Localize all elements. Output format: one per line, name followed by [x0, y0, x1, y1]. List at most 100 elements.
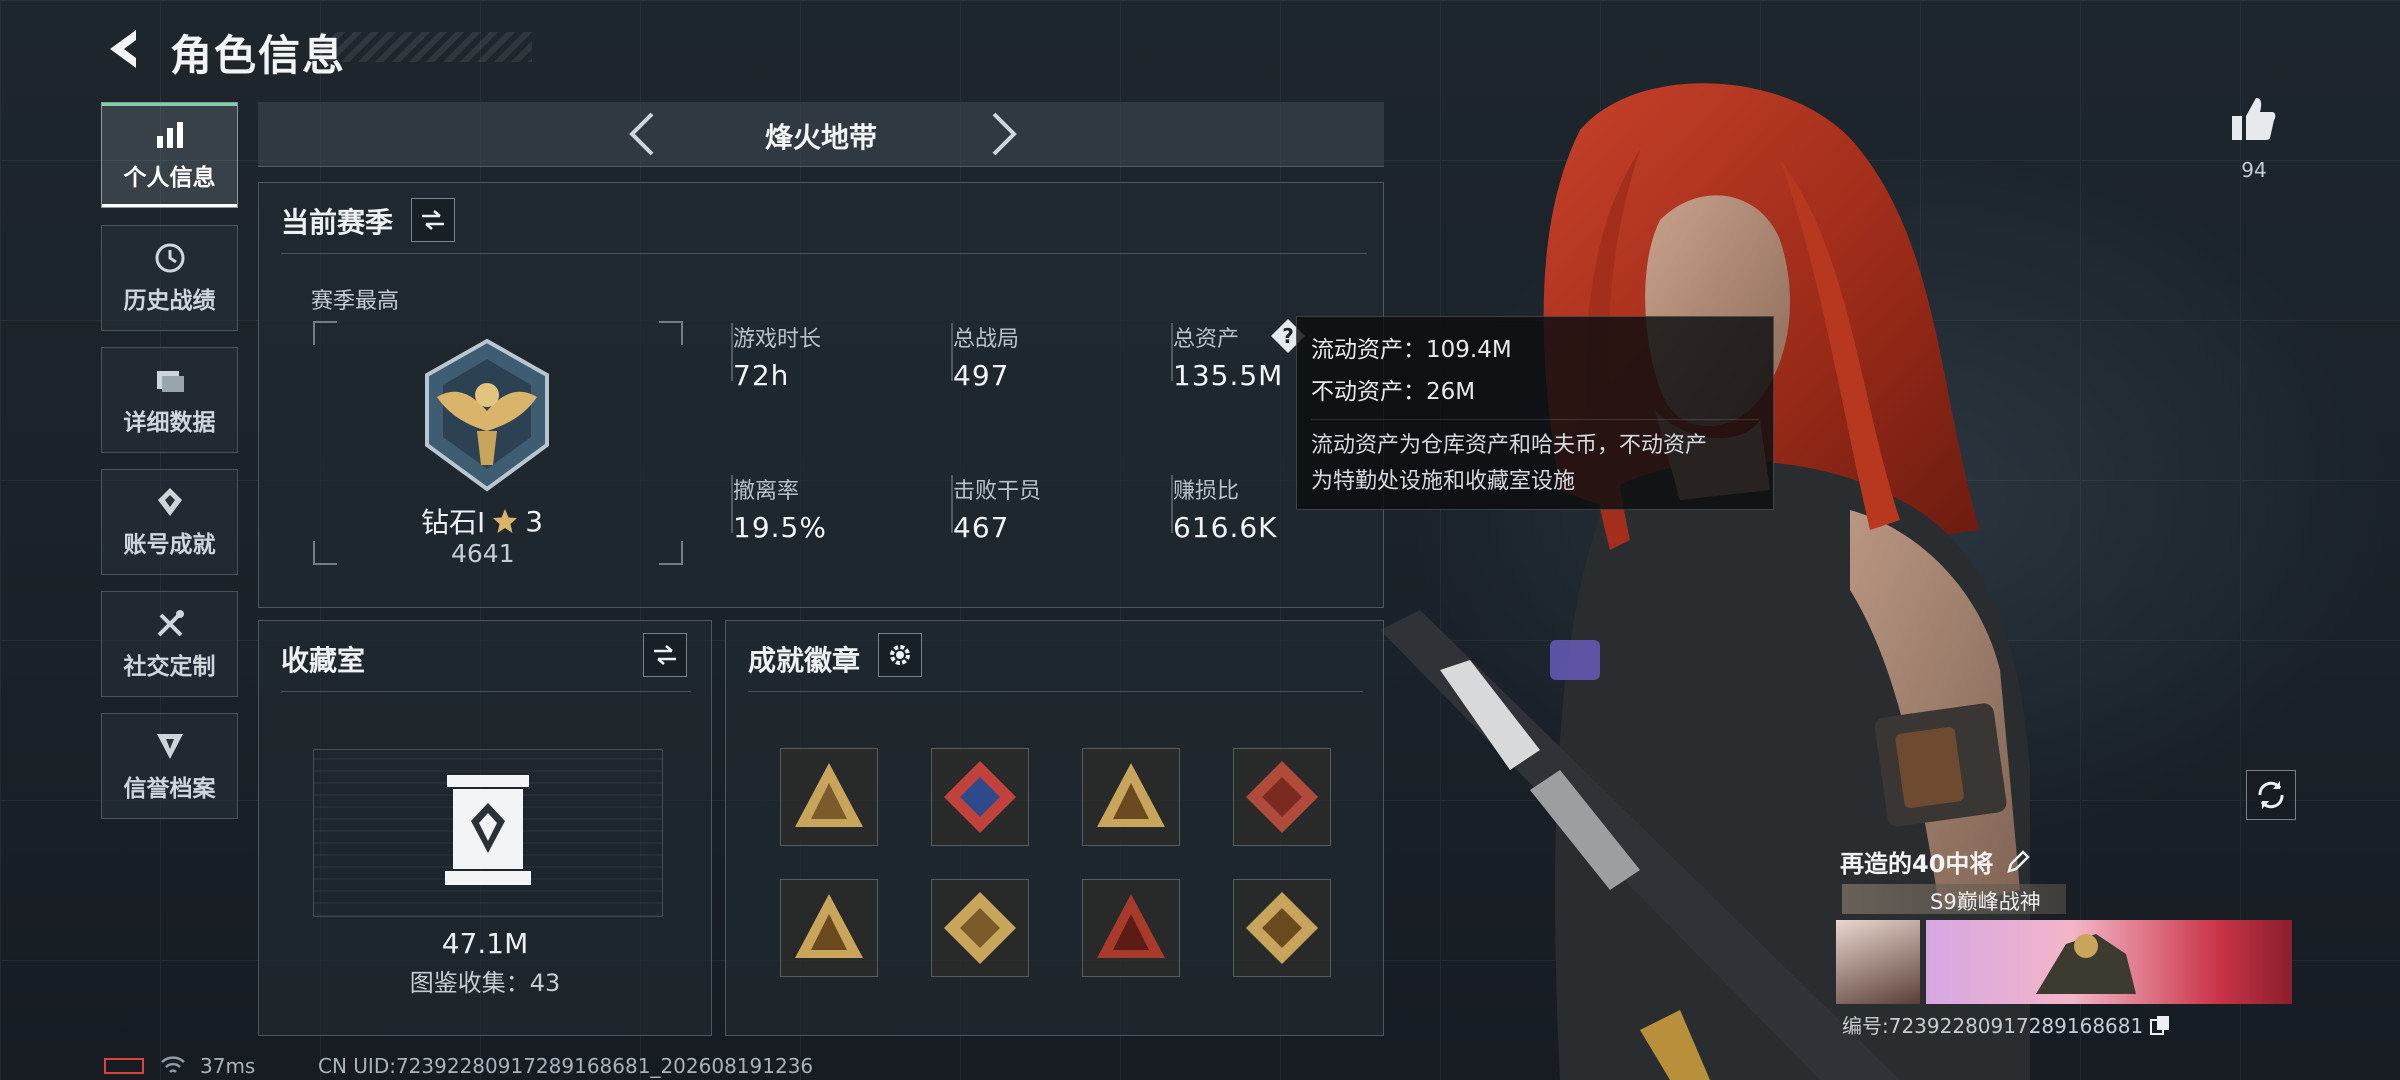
player-id: 编号:7239228091728916868​1 [1842, 1014, 2144, 1038]
ping-value: 37ms [200, 1054, 256, 1078]
badge-icon-5 [795, 894, 863, 958]
sidebar-item-label: 详细数据 [123, 410, 216, 436]
stat-label-extract-rate: 撤离率 [733, 479, 800, 504]
badge-icon-1 [795, 763, 863, 827]
badge-icon-4 [1246, 761, 1318, 833]
prev-mode-button[interactable] [618, 108, 668, 160]
player-name-row: 再造的40中将 [1840, 844, 2031, 879]
tooltip-liquid-assets: 流动资产：109.4M [1311, 337, 1512, 363]
achievement-badge[interactable] [931, 748, 1029, 846]
copy-icon[interactable] [2149, 1014, 2171, 1036]
badge-icon-2 [944, 761, 1016, 833]
history-icon [155, 243, 184, 273]
player-title: S9巅峰战神 [1930, 890, 2041, 914]
stat-value-profit-ratio: 616.6K [1173, 511, 1278, 544]
divider [281, 691, 691, 692]
divider [748, 691, 1363, 692]
player-id-row: 编号:7239228091728916868​1 [1842, 1010, 2171, 1039]
divider [281, 253, 1367, 254]
season-heading: 当前赛季 [281, 206, 394, 239]
sidebar-item-personal-info[interactable]: 个人信息 [101, 102, 238, 208]
stat-label-profit-ratio: 赚损比 [1173, 479, 1240, 504]
stat-label-assets: 总资产 [1173, 327, 1240, 352]
stat-value-matches: 497 [953, 359, 1010, 392]
mode-title: 烽火地带 [764, 121, 877, 154]
collection-panel: 收藏室 47.1M 图鉴收集：43 [258, 620, 712, 1036]
sidebar-item-social[interactable]: 社交定制 [101, 591, 238, 697]
sidebar-item-label: 历史战绩 [123, 288, 216, 314]
rank-title: 钻石I [421, 506, 486, 539]
sidebar-item-label: 信誉档案 [123, 776, 216, 802]
stat-value-playtime: 72h [733, 359, 790, 392]
season-switch-button[interactable] [411, 198, 455, 242]
rotate-character-button[interactable] [2246, 770, 2296, 820]
collection-heading: 收藏室 [281, 644, 366, 677]
badges-settings-button[interactable] [878, 633, 922, 677]
wifi-icon [161, 1056, 185, 1073]
title-decoration [320, 32, 532, 62]
collection-count: 图鉴收集：43 [409, 969, 561, 997]
svg-text:?: ? [1282, 324, 1294, 348]
mode-selector: 烽火地带 [258, 102, 1384, 167]
stat-value-extract-rate: 19.5% [733, 511, 827, 544]
swap-icon [422, 210, 444, 230]
rank-emblem-icon [425, 338, 549, 492]
frame-corner [659, 541, 683, 565]
season-best-label: 赛季最高 [311, 289, 400, 314]
player-title-plate: S9巅峰战神 [1842, 884, 2066, 914]
stat-label-playtime: 游戏时长 [733, 327, 822, 352]
achievement-badge[interactable] [1082, 748, 1180, 846]
frame-corner [313, 321, 337, 345]
tooltip-fixed-assets: 不动资产：26M [1311, 379, 1476, 405]
achievement-badge[interactable] [1082, 879, 1180, 977]
name-card-art-icon [2036, 934, 2136, 994]
assets-tooltip: 流动资产：109.4M 不动资产：26M 流动资产为仓库资产和哈夫币，不动资产 … [1296, 316, 1774, 510]
battery-icon [104, 1058, 144, 1074]
like-icon[interactable] [2228, 94, 2278, 144]
badges-heading: 成就徽章 [748, 644, 861, 677]
sidebar-item-details[interactable]: 详细数据 [101, 347, 238, 453]
collection-switch-button[interactable] [643, 633, 687, 677]
achievement-badge[interactable] [780, 748, 878, 846]
swap-icon [654, 645, 676, 665]
achievement-icon [157, 488, 182, 516]
player-name-card[interactable] [1926, 920, 2292, 1004]
bar-chart-icon [156, 122, 183, 148]
badge-icon-6 [944, 892, 1016, 964]
stat-label-kills: 击败干员 [953, 479, 1042, 504]
folder-icon [156, 371, 184, 392]
sidebar-item-achievements[interactable]: 账号成就 [101, 469, 238, 575]
sidebar-item-label: 账号成就 [123, 532, 216, 558]
like-count: 94 [2241, 158, 2267, 182]
tooltip-desc-line-1: 流动资产为仓库资产和哈夫币，不动资产 [1311, 433, 1708, 458]
sidebar-item-label: 社交定制 [123, 654, 216, 680]
shield-icon [156, 734, 183, 759]
stat-label-matches: 总战局 [953, 327, 1020, 352]
achievement-badge[interactable] [931, 879, 1029, 977]
sidebar-item-label: 个人信息 [123, 165, 216, 191]
badge-icon-7 [1097, 894, 1165, 958]
tooltip-desc-line-2: 为特勤处设施和收藏室设施 [1311, 469, 1576, 494]
frame-corner [313, 541, 337, 565]
achievement-badge[interactable] [1233, 879, 1331, 977]
badge-icon-8 [1246, 892, 1318, 964]
achievement-badge[interactable] [780, 879, 878, 977]
badges-panel: 成就徽章 [725, 620, 1384, 1036]
next-mode-button[interactable] [978, 108, 1028, 160]
gear-icon [890, 645, 910, 665]
achievement-badge[interactable] [1233, 748, 1331, 846]
sidebar-item-credit[interactable]: 信誉档案 [101, 713, 238, 819]
player-name: 再造的40中将 [1840, 850, 1994, 878]
edit-icon[interactable] [2005, 849, 2031, 875]
tooltip-description: 流动资产为仓库资产和哈夫币，不动资产 为特勤处设施和收藏室设施 [1311, 419, 1759, 500]
rank-stars: 3 [525, 504, 544, 538]
sidebar-item-history[interactable]: 历史战绩 [101, 225, 238, 331]
back-button[interactable] [100, 24, 150, 74]
season-panel: 当前赛季 赛季最高 钻石I 3 4641 游戏时长 72h 总战局 497 总资… [258, 182, 1384, 608]
player-avatar[interactable] [1836, 920, 1920, 1004]
frame-corner [659, 321, 683, 345]
collection-value: 47.1M [441, 927, 529, 960]
stat-value-assets: 135.5M [1173, 359, 1284, 392]
badge-icon-3 [1097, 763, 1165, 827]
refresh-icon [2258, 781, 2284, 809]
